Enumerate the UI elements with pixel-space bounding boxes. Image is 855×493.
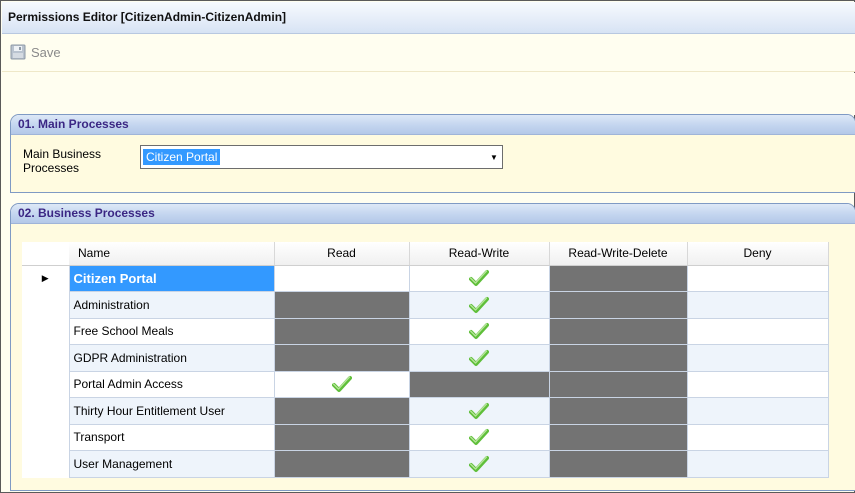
permission-cell-read-write — [408, 370, 550, 398]
checkmark-icon — [469, 402, 489, 419]
column-header-read-write-delete[interactable]: Read-Write-Delete — [549, 242, 688, 266]
row-selector[interactable]: ▶ — [22, 265, 70, 292]
permission-cell-read-write[interactable] — [408, 317, 550, 345]
process-name-cell[interactable]: User Management — [68, 450, 275, 478]
process-name-cell[interactable]: Administration — [68, 291, 275, 319]
column-header-deny[interactable]: Deny — [687, 242, 829, 266]
permission-cell-deny[interactable] — [686, 317, 829, 345]
permission-cell-read[interactable] — [273, 264, 410, 292]
checkmark-icon — [469, 429, 489, 446]
toolbar-spacer — [2, 73, 855, 115]
permission-cell-read — [273, 397, 410, 425]
permission-cell-deny[interactable] — [686, 264, 829, 292]
permission-cell-read-write-delete — [548, 291, 688, 319]
floppy-disk-icon — [10, 44, 26, 60]
table-row[interactable]: Administration — [22, 291, 829, 319]
row-selector[interactable] — [22, 450, 70, 477]
permission-cell-deny[interactable] — [686, 397, 829, 425]
dropdown-arrow-icon[interactable]: ▼ — [486, 146, 502, 168]
permission-cell-read-write[interactable] — [408, 423, 550, 451]
checkmark-icon — [331, 376, 352, 393]
permission-cell-deny[interactable] — [686, 423, 829, 451]
row-selector[interactable] — [22, 318, 70, 345]
table-row[interactable]: User Management — [22, 450, 829, 478]
permission-cell-read-write[interactable] — [408, 264, 550, 292]
permission-cell-read-write[interactable] — [408, 397, 550, 425]
main-business-processes-label: Main Business Processes — [23, 147, 102, 175]
table-row[interactable]: Portal Admin Access — [22, 370, 829, 398]
permission-cell-read-write-delete — [548, 317, 688, 345]
permission-cell-deny[interactable] — [686, 450, 829, 478]
table-row[interactable]: Thirty Hour Entitlement User — [22, 397, 829, 425]
main-processes-header: 01. Main Processes — [11, 115, 855, 135]
process-name-cell[interactable]: Portal Admin Access — [68, 370, 275, 398]
toolbar: Save — [2, 34, 855, 72]
permissions-grid: Name Read Read-Write Read-Write-Delete D… — [22, 242, 829, 478]
permissions-editor-window: Permissions Editor [CitizenAdmin-Citizen… — [0, 0, 855, 493]
process-name-cell[interactable]: Transport — [68, 423, 275, 451]
permission-cell-read — [273, 344, 410, 372]
permission-cell-deny[interactable] — [686, 344, 829, 372]
row-selector[interactable] — [22, 424, 70, 451]
permission-cell-read-write-delete — [548, 397, 688, 425]
process-name-cell[interactable]: Free School Meals — [68, 317, 275, 345]
permission-cell-read-write-delete — [548, 423, 688, 451]
permission-cell-read — [273, 450, 410, 478]
main-business-processes-dropdown[interactable]: Citizen Portal ▼ — [140, 145, 503, 169]
current-row-indicator-icon: ▶ — [41, 273, 49, 283]
window-title: Permissions Editor [CitizenAdmin-Citizen… — [8, 10, 287, 24]
permission-cell-read-write[interactable] — [408, 450, 550, 478]
save-button[interactable]: Save — [10, 42, 61, 62]
row-selector[interactable] — [22, 344, 70, 371]
main-processes-panel: 01. Main Processes Main Business Process… — [10, 114, 855, 193]
grid-header-row: Name Read Read-Write Read-Write-Delete D… — [22, 242, 829, 266]
permission-cell-read-write[interactable] — [408, 291, 550, 319]
column-header-read-write[interactable]: Read-Write — [409, 242, 550, 266]
checkmark-icon — [469, 296, 489, 313]
permission-cell-read — [273, 291, 410, 319]
permission-cell-read-write-delete — [548, 264, 688, 292]
permission-cell-read — [273, 317, 410, 345]
permission-cell-read[interactable] — [273, 370, 410, 398]
checkmark-icon — [469, 455, 489, 472]
permissions-table: Name Read Read-Write Read-Write-Delete D… — [22, 242, 829, 478]
dropdown-selected-value: Citizen Portal — [143, 149, 221, 165]
permission-cell-read-write-delete — [548, 370, 688, 398]
permission-cell-read — [273, 423, 410, 451]
title-bar: Permissions Editor [CitizenAdmin-Citizen… — [2, 2, 855, 34]
permission-cell-read-write-delete — [548, 450, 688, 478]
table-row[interactable]: GDPR Administration — [22, 344, 829, 372]
row-selector-header — [22, 242, 69, 266]
process-name-cell[interactable]: Thirty Hour Entitlement User — [68, 397, 275, 425]
column-header-read[interactable]: Read — [274, 242, 410, 266]
business-processes-header: 02. Business Processes — [11, 204, 855, 224]
table-row[interactable]: Free School Meals — [22, 317, 829, 345]
save-button-label: Save — [31, 44, 61, 60]
process-name-cell[interactable]: Citizen Portal — [68, 264, 275, 292]
table-row[interactable]: Transport — [22, 423, 829, 451]
process-name-cell[interactable]: GDPR Administration — [68, 344, 275, 372]
permission-cell-deny[interactable] — [686, 291, 829, 319]
row-selector[interactable] — [22, 291, 70, 318]
checkmark-icon — [469, 323, 489, 340]
row-selector[interactable] — [22, 397, 70, 424]
permission-cell-deny[interactable] — [686, 370, 829, 398]
row-selector[interactable] — [22, 371, 70, 398]
permission-cell-read-write[interactable] — [408, 344, 550, 372]
column-header-name[interactable]: Name — [69, 242, 275, 266]
permission-cell-read-write-delete — [548, 344, 688, 372]
table-row[interactable]: ▶ Citizen Portal — [22, 264, 829, 292]
checkmark-icon — [469, 270, 489, 287]
checkmark-icon — [469, 349, 489, 366]
